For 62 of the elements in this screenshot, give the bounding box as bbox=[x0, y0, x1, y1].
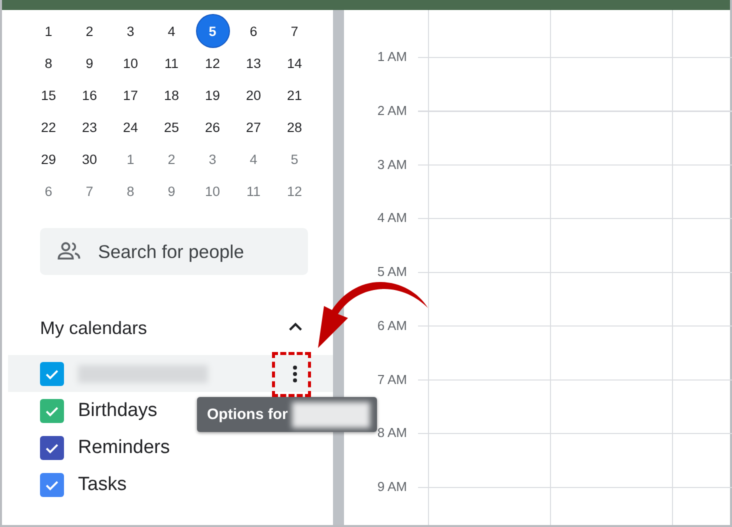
calendar-day[interactable]: 11 bbox=[151, 47, 192, 79]
calendar-day[interactable]: 13 bbox=[233, 47, 274, 79]
calendar-day[interactable]: 22 bbox=[28, 111, 69, 143]
calendar-name: Reminders bbox=[78, 436, 170, 458]
calendar-day[interactable]: 29 bbox=[28, 143, 69, 175]
time-label: 8 AM bbox=[376, 425, 407, 442]
calendar-day[interactable]: 12 bbox=[274, 175, 315, 207]
calendar-day[interactable]: 15 bbox=[28, 79, 69, 111]
search-field[interactable]: Search for people bbox=[40, 228, 308, 275]
time-label: 4 AM bbox=[376, 210, 407, 228]
calendar-day[interactable]: 7 bbox=[274, 15, 315, 47]
checkbox[interactable] bbox=[40, 436, 64, 460]
calendar-day[interactable]: 2 bbox=[69, 15, 110, 47]
calendar-day[interactable]: 3 bbox=[110, 15, 151, 47]
calendar-day[interactable]: 9 bbox=[151, 175, 192, 207]
calendar-day[interactable]: 7 bbox=[69, 175, 110, 207]
calendar-day[interactable]: 23 bbox=[69, 111, 110, 143]
time-label: 6 AM bbox=[376, 318, 407, 335]
calendar-day[interactable]: 26 bbox=[192, 111, 233, 143]
calendar-day[interactable]: 17 bbox=[110, 79, 151, 111]
checkbox[interactable] bbox=[40, 362, 64, 386]
time-label: 9 AM bbox=[376, 479, 407, 496]
calendar-day[interactable]: 6 bbox=[28, 175, 69, 207]
checkbox[interactable] bbox=[40, 398, 64, 422]
calendar-name: Birthdays bbox=[78, 400, 158, 422]
section-title: My calendars bbox=[40, 318, 148, 338]
calendar-day[interactable]: 3 bbox=[192, 143, 233, 175]
calendar-name: Tasks bbox=[78, 474, 127, 496]
calendar-day[interactable]: 8 bbox=[28, 47, 69, 79]
calendar-day[interactable]: 5 bbox=[196, 15, 228, 47]
calendar-day[interactable]: 16 bbox=[69, 79, 110, 111]
tooltip-text: Options for bbox=[207, 406, 288, 423]
calendar-day[interactable]: 20 bbox=[233, 79, 274, 111]
calendar-day[interactable]: 12 bbox=[192, 47, 233, 79]
calendar-day[interactable]: 4 bbox=[151, 15, 192, 47]
time-label: 2 AM bbox=[376, 102, 407, 120]
calendar-day[interactable]: 6 bbox=[233, 15, 274, 47]
calendar-day[interactable]: 21 bbox=[274, 79, 315, 111]
calendar-day[interactable]: 5 bbox=[274, 143, 315, 175]
calendar-day[interactable]: 24 bbox=[110, 111, 151, 143]
time-label: 1 AM bbox=[376, 49, 407, 66]
calendar-day[interactable]: 1 bbox=[110, 143, 151, 175]
calendar-day[interactable]: 14 bbox=[274, 47, 315, 79]
calendar-day[interactable]: 1 bbox=[28, 15, 69, 47]
calendar-day[interactable]: 8 bbox=[110, 175, 151, 207]
calendar-day[interactable]: 18 bbox=[151, 79, 192, 111]
calendar-day[interactable]: 19 bbox=[192, 79, 233, 111]
checkbox[interactable] bbox=[40, 472, 64, 496]
calendar-day[interactable]: 4 bbox=[233, 143, 274, 175]
calendar-day[interactable]: 30 bbox=[69, 143, 110, 175]
time-label: 5 AM bbox=[376, 264, 407, 281]
calendar-day[interactable]: 2 bbox=[151, 143, 192, 175]
calendar-day[interactable]: 28 bbox=[274, 111, 315, 143]
calendar-day[interactable]: 27 bbox=[233, 111, 274, 143]
calendar-day[interactable]: 9 bbox=[69, 47, 110, 79]
calendar-day[interactable]: 10 bbox=[192, 175, 233, 207]
calendar-day[interactable]: 11 bbox=[233, 175, 274, 207]
time-label: 3 AM bbox=[376, 156, 407, 174]
time-label: 7 AM bbox=[376, 372, 407, 388]
calendar-day[interactable]: 25 bbox=[151, 111, 192, 143]
chevron-up-icon[interactable] bbox=[288, 322, 303, 332]
calendar-day[interactable]: 10 bbox=[110, 47, 151, 79]
